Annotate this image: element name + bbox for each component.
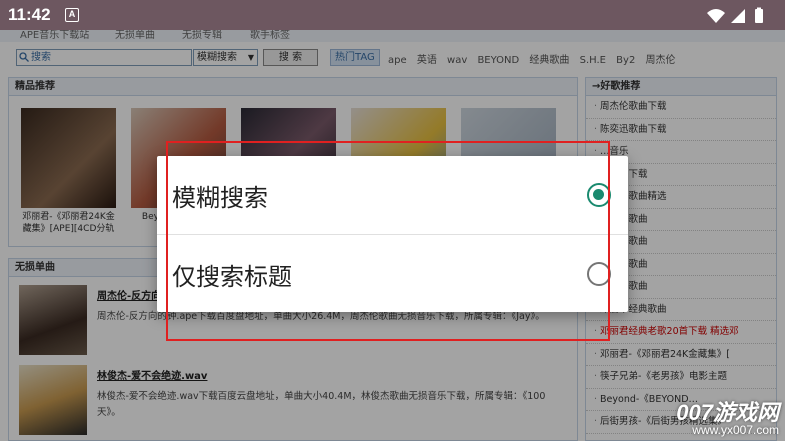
battery-icon bbox=[755, 9, 763, 23]
option-title-only-search[interactable]: 仅搜索标题 bbox=[157, 235, 628, 313]
status-time: 11:42 bbox=[8, 5, 51, 24]
search-mode-dialog: 模糊搜索 仅搜索标题 bbox=[157, 156, 628, 312]
site-watermark: 007游戏网 www.yx007.com bbox=[676, 402, 779, 437]
option-fuzzy-search[interactable]: 模糊搜索 bbox=[157, 156, 628, 234]
system-icons bbox=[707, 7, 763, 23]
radio-unselected-icon[interactable] bbox=[587, 262, 611, 286]
status-bar: 11:42 A bbox=[0, 0, 785, 30]
wifi-icon bbox=[707, 9, 725, 23]
option-label: 模糊搜索 bbox=[172, 184, 268, 212]
notification-icon: A bbox=[65, 8, 79, 22]
signal-icon bbox=[731, 9, 745, 23]
watermark-logo: 007游戏网 bbox=[676, 400, 779, 425]
option-label: 仅搜索标题 bbox=[172, 263, 292, 291]
radio-selected-icon[interactable] bbox=[587, 183, 611, 207]
watermark-url: www.yx007.com bbox=[692, 423, 779, 437]
